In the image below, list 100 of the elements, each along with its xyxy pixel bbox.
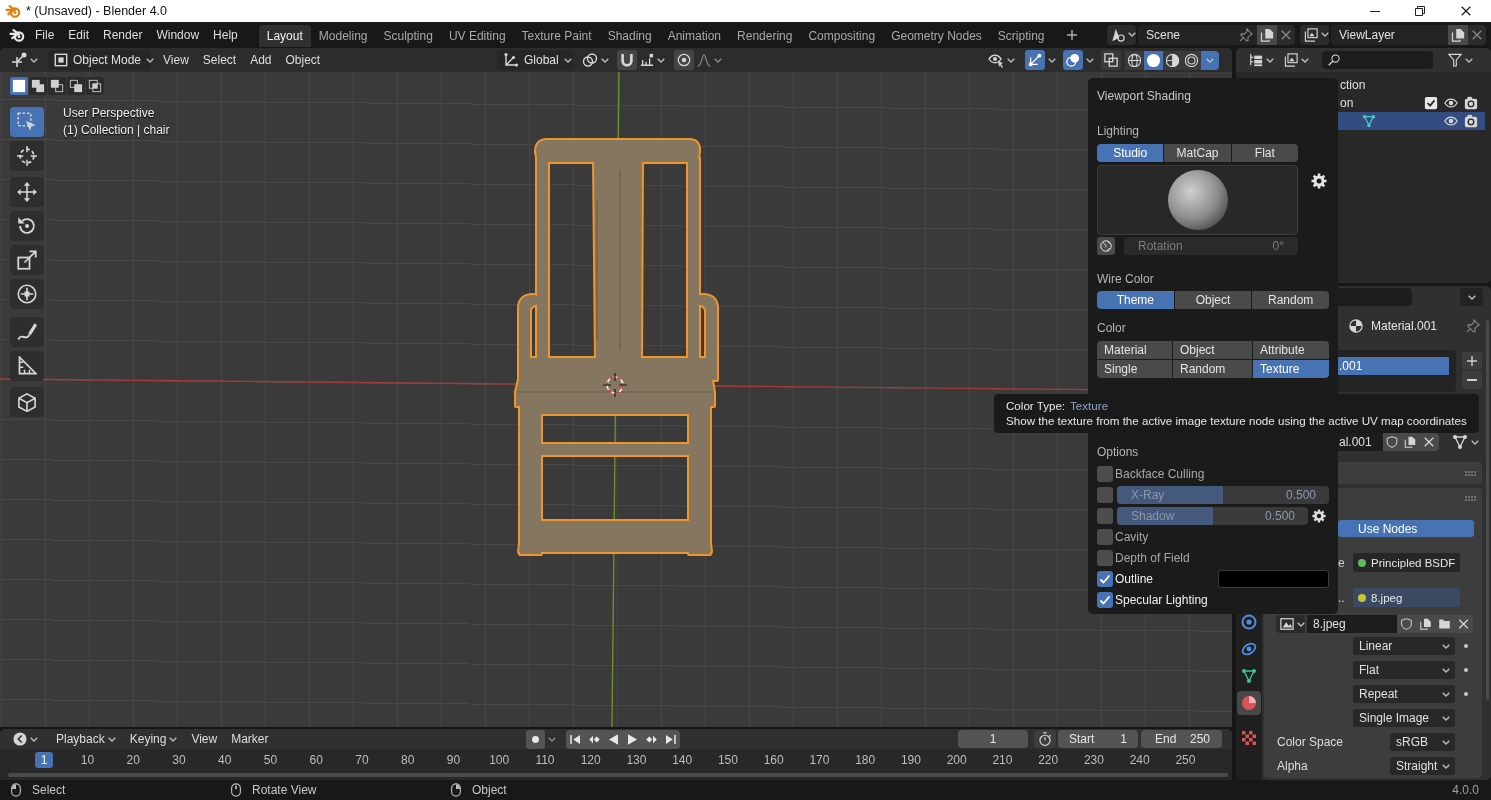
frame-number[interactable]: 170	[803, 752, 836, 768]
mesh-data-icon[interactable]	[1241, 667, 1257, 684]
minus-icon[interactable]	[1462, 371, 1482, 389]
end-frame-field[interactable]: End 250	[1141, 730, 1222, 748]
settings-icon[interactable]	[1311, 173, 1327, 189]
menu-item[interactable]: View	[184, 729, 225, 749]
dropdown[interactable]: sRGB	[1390, 733, 1455, 751]
subtract-selection-icon[interactable]	[48, 77, 66, 95]
workspace-tab[interactable]: UV Editing	[440, 25, 514, 47]
keyframe-dot-icon[interactable]	[1464, 668, 1468, 672]
x-ray-icon[interactable]	[1101, 50, 1121, 70]
checkbox[interactable]	[1097, 570, 1113, 587]
copy-icon[interactable]	[1448, 24, 1468, 45]
image-browse-button[interactable]	[1276, 615, 1305, 633]
wire-color-option[interactable]: Theme	[1097, 291, 1174, 309]
wireframe-sphere-icon[interactable]	[1125, 50, 1144, 70]
menu-item[interactable]: Edit	[61, 24, 97, 45]
frame-number[interactable]: 250	[1169, 752, 1202, 768]
keyframe-dot-icon[interactable]	[1464, 644, 1468, 648]
camera-icon[interactable]	[1464, 96, 1478, 110]
frame-number[interactable]: 90	[440, 752, 467, 768]
frame-number[interactable]: 70	[349, 752, 375, 768]
dropdown[interactable]: Single Image	[1353, 709, 1455, 727]
minimize-icon[interactable]	[1370, 10, 1380, 12]
frame-number[interactable]: 140	[666, 752, 699, 768]
close-icon[interactable]	[1461, 6, 1471, 16]
checkbox[interactable]	[1097, 507, 1113, 524]
drag-handle-icon[interactable]	[1465, 496, 1476, 501]
slider[interactable]: X-Ray 0.500	[1117, 485, 1329, 504]
frame-number[interactable]: 130	[620, 752, 653, 768]
restore-icon[interactable]	[1415, 6, 1425, 16]
frame-number[interactable]: 80	[395, 752, 421, 768]
view-layer-field[interactable]: ViewLayer	[1331, 24, 1448, 45]
menu-item[interactable]: File	[28, 24, 62, 45]
menu-item[interactable]: Marker	[224, 729, 276, 749]
ring-sphere-icon[interactable]	[1182, 50, 1201, 70]
difference-selection-icon[interactable]	[67, 77, 85, 95]
eye-icon[interactable]	[1444, 114, 1458, 128]
frame-number[interactable]: 160	[757, 752, 790, 768]
lighting-option[interactable]: MatCap	[1164, 144, 1231, 162]
tool-button[interactable]	[10, 351, 44, 381]
magnet-icon[interactable]	[617, 50, 637, 70]
proportional-edit-icon[interactable]	[674, 50, 694, 70]
plus-icon[interactable]	[1462, 352, 1482, 370]
color-swatch[interactable]	[1218, 569, 1329, 588]
color-type-option[interactable]: Single	[1097, 360, 1172, 378]
frame-number[interactable]: 100	[483, 752, 516, 768]
socket-field[interactable]: 8.jpeg	[1353, 588, 1460, 607]
color-type-option[interactable]: Object	[1173, 341, 1252, 359]
menu-item[interactable]: Window	[149, 24, 207, 45]
copy-icon[interactable]	[1257, 24, 1277, 45]
dropdown[interactable]: Flat	[1353, 661, 1455, 679]
socket-field[interactable]: Principled BSDF	[1353, 553, 1460, 572]
option-label[interactable]: Backface Culling	[1115, 466, 1205, 481]
extend-selection-icon[interactable]	[29, 77, 47, 95]
workspace-tab[interactable]: Geometry Nodes	[883, 25, 990, 47]
workspace-tab[interactable]: Sculpting	[375, 25, 441, 47]
workspace-tab[interactable]: Rendering	[729, 25, 801, 47]
color-type-option[interactable]: Texture	[1253, 360, 1329, 378]
overlays-icon[interactable]	[1063, 50, 1083, 70]
gizmo-icon[interactable]	[1025, 50, 1045, 70]
search-field[interactable]	[1322, 51, 1433, 69]
workspace-tab[interactable]: Modeling	[310, 25, 376, 47]
dropdown[interactable]: Linear	[1353, 637, 1455, 655]
half-shaded-sphere-icon[interactable]	[1163, 50, 1182, 70]
tool-button[interactable]	[10, 141, 44, 171]
checker-texture-icon[interactable]	[1241, 729, 1257, 746]
outliner-row[interactable]: on	[1338, 94, 1485, 112]
orientation-dropdown[interactable]: Global	[497, 50, 573, 70]
stopwatch-icon[interactable]	[1034, 730, 1056, 748]
frame-number[interactable]: 50	[257, 752, 284, 768]
color-type-option[interactable]: Random	[1173, 360, 1252, 378]
lighting-option[interactable]: Studio	[1097, 144, 1164, 162]
solid-circle-icon[interactable]	[1144, 50, 1163, 70]
menu-item[interactable]: Help	[206, 24, 245, 45]
frame-number[interactable]: 190	[894, 752, 927, 768]
slider[interactable]: Shadow 0.500	[1117, 506, 1308, 525]
image-name-field[interactable]: 8.jpeg	[1307, 615, 1397, 633]
physics-icon[interactable]	[1241, 613, 1257, 630]
frame-number[interactable]: 200	[940, 752, 973, 768]
pin-icon[interactable]	[1466, 319, 1480, 333]
frame-number[interactable]: 60	[303, 752, 329, 768]
frame-number[interactable]: 10	[74, 752, 101, 768]
checkbox[interactable]	[1097, 465, 1113, 482]
tool-button[interactable]	[10, 177, 44, 207]
record-icon[interactable]	[526, 729, 545, 749]
app-menu-icon[interactable]	[9, 26, 25, 43]
workspace-tab[interactable]: Animation	[659, 25, 730, 47]
shading-options-button[interactable]	[1201, 50, 1219, 70]
frame-number[interactable]: 30	[166, 752, 192, 768]
keyframe-dot-icon[interactable]	[1464, 692, 1468, 696]
scene-field[interactable]: Scene	[1138, 24, 1257, 45]
eye-icon[interactable]	[1444, 96, 1458, 110]
workspace-tab[interactable]: Shading	[599, 25, 660, 47]
frame-number[interactable]: 110	[529, 752, 561, 768]
frame-number[interactable]: 220	[1032, 752, 1065, 768]
workspace-tab[interactable]: Layout	[258, 25, 311, 47]
chair-drawing[interactable]	[514, 137, 719, 556]
material-slot[interactable]: .001	[1338, 357, 1449, 375]
add-icon[interactable]	[1066, 29, 1077, 40]
